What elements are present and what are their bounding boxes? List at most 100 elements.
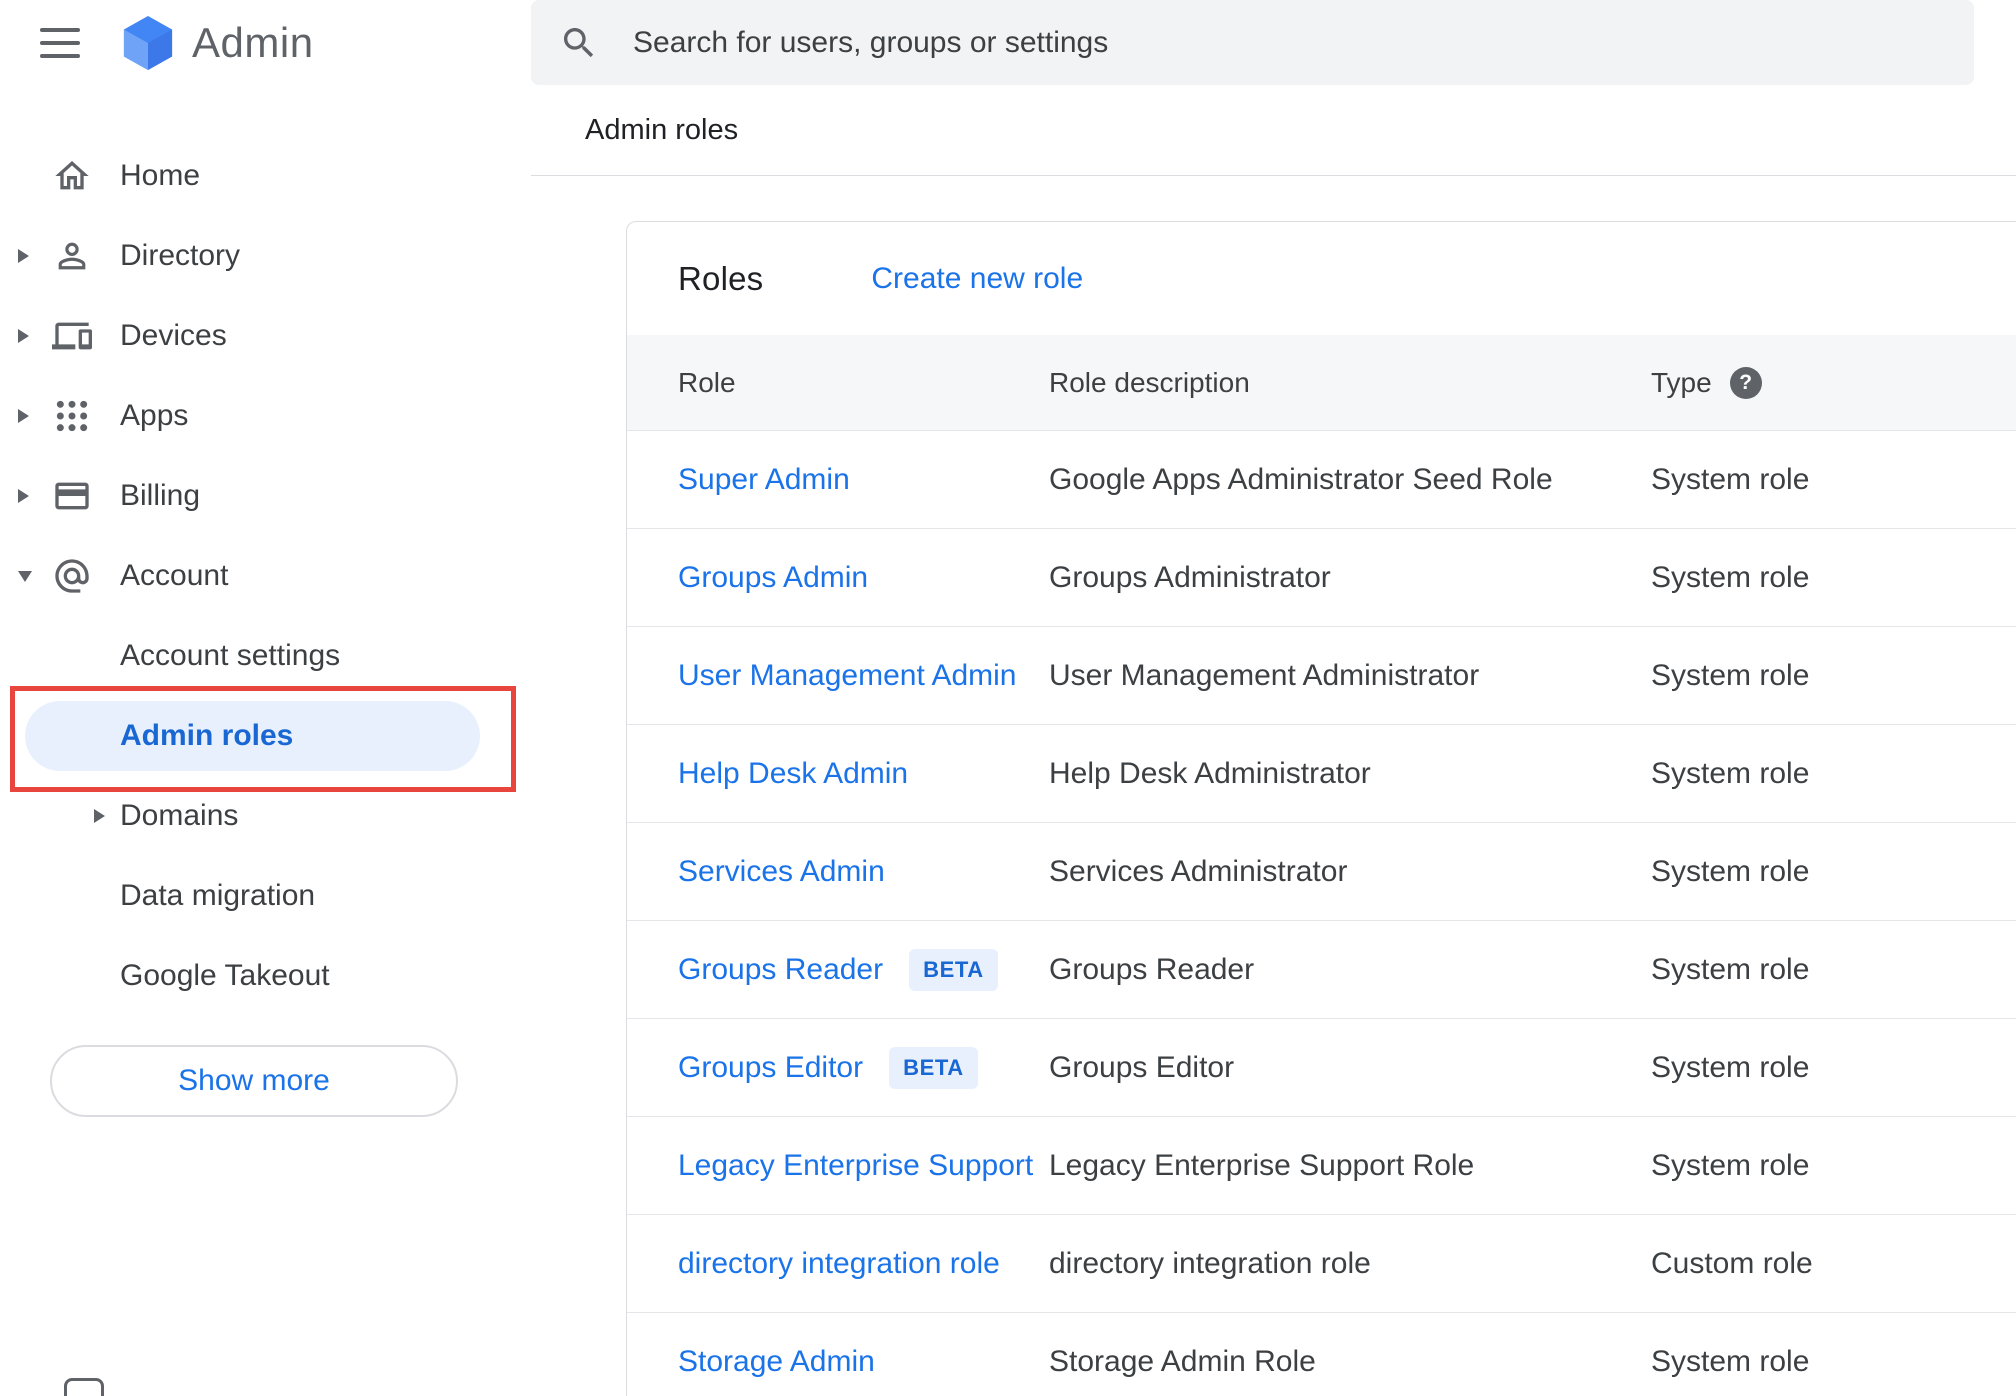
sidebar-item-label: Google Takeout [120, 959, 330, 992]
panel-title: Roles [678, 259, 764, 297]
table-row[interactable]: Groups Reader BETA Groups Reader System … [627, 921, 2016, 1019]
at-sign-icon [48, 556, 96, 596]
table-row[interactable]: Groups Editor BETA Groups Editor System … [627, 1019, 2016, 1117]
chevron-right-icon[interactable] [18, 249, 48, 263]
role-description: Groups Editor [1049, 1050, 1235, 1084]
sidebar-item-label: Admin roles [120, 719, 294, 752]
column-header-role: Role [678, 366, 736, 398]
search-input[interactable] [633, 25, 1974, 60]
role-description: directory integration role [1049, 1246, 1371, 1280]
sidebar-item-data-migration[interactable]: Data migration [0, 856, 531, 936]
table-row[interactable]: Services Admin Services Administrator Sy… [627, 823, 2016, 921]
sidebar-nav: Home Directory Devices Apps Billing Acco… [0, 136, 531, 1016]
sidebar-item-account[interactable]: Account [0, 536, 531, 616]
role-link[interactable]: User Management Admin [678, 659, 1017, 693]
sidebar-item-label: Account settings [120, 639, 341, 672]
role-type: Custom role [1651, 1246, 1813, 1280]
column-header-description: Role description [1049, 366, 1250, 398]
sidebar-item-label: Directory [120, 239, 241, 272]
sidebar-item-devices[interactable]: Devices [0, 296, 531, 376]
chevron-right-icon[interactable] [18, 489, 48, 503]
breadcrumb-bar: Admin roles [531, 85, 2016, 176]
roles-panel-header: Roles Create new role [627, 222, 2016, 335]
app-title: Admin [192, 18, 314, 66]
column-header-type-label: Type [1651, 366, 1712, 398]
billing-card-icon [48, 476, 96, 516]
table-row[interactable]: User Management Admin User Management Ad… [627, 627, 2016, 725]
create-new-role-link[interactable]: Create new role [871, 262, 1083, 296]
sidebar-item-billing[interactable]: Billing [0, 456, 531, 536]
role-link[interactable]: Services Admin [678, 855, 885, 889]
sidebar-item-account-settings[interactable]: Account settings [0, 616, 531, 696]
sidebar-item-label: Devices [120, 319, 227, 352]
role-description: Groups Administrator [1049, 560, 1331, 594]
show-more-button[interactable]: Show more [50, 1045, 458, 1117]
main-content: Admin roles Roles Create new role Role R… [531, 0, 2016, 1396]
table-row[interactable]: Groups Admin Groups Administrator System… [627, 529, 2016, 627]
apps-grid-icon [48, 396, 96, 436]
role-link[interactable]: Super Admin [678, 463, 850, 497]
beta-badge: BETA [889, 1046, 978, 1089]
role-type: System role [1651, 658, 1810, 692]
table-row[interactable]: directory integration role directory int… [627, 1215, 2016, 1313]
role-type: System role [1651, 952, 1810, 986]
column-header-type: Type ? [1651, 366, 2016, 399]
chevron-down-icon[interactable] [18, 571, 48, 582]
role-link[interactable]: Groups Editor [678, 1051, 863, 1085]
chevron-right-icon[interactable] [94, 809, 120, 823]
role-description: Google Apps Administrator Seed Role [1049, 462, 1553, 496]
sidebar-item-home[interactable]: Home [0, 136, 531, 216]
chevron-right-icon[interactable] [18, 329, 48, 343]
role-link[interactable]: directory integration role [678, 1247, 1000, 1281]
role-type: System role [1651, 756, 1810, 790]
home-icon [48, 156, 96, 196]
table-row[interactable]: Help Desk Admin Help Desk Administrator … [627, 725, 2016, 823]
sidebar-item-google-takeout[interactable]: Google Takeout [0, 936, 531, 1016]
role-description: Help Desk Administrator [1049, 756, 1371, 790]
role-type: System role [1651, 854, 1810, 888]
sidebar-item-label: Home [120, 159, 201, 192]
sidebar-header: Admin [0, 0, 531, 85]
role-description: Groups Reader [1049, 952, 1255, 986]
role-type: System role [1651, 462, 1810, 496]
role-type: System role [1651, 1148, 1810, 1182]
roles-panel: Roles Create new role Role Role descript… [626, 221, 2016, 1396]
role-link[interactable]: Storage Admin [678, 1345, 875, 1379]
search-bar[interactable] [531, 0, 1974, 85]
role-description: Storage Admin Role [1049, 1344, 1316, 1378]
role-type: System role [1651, 560, 1810, 594]
devices-icon [48, 316, 96, 356]
role-type: System role [1651, 1344, 1810, 1378]
beta-badge: BETA [909, 948, 998, 991]
role-link[interactable]: Groups Admin [678, 561, 868, 595]
sidebar-item-directory[interactable]: Directory [0, 216, 531, 296]
role-link[interactable]: Legacy Enterprise Support [678, 1149, 1033, 1183]
table-row[interactable]: Storage Admin Storage Admin Role System … [627, 1313, 2016, 1396]
role-type: System role [1651, 1050, 1810, 1084]
admin-console: Admin Home Directory Devices Apps Billin… [0, 0, 2016, 1396]
table-row[interactable]: Super Admin Google Apps Administrator Se… [627, 431, 2016, 529]
sidebar: Admin Home Directory Devices Apps Billin… [0, 0, 531, 1396]
chevron-right-icon[interactable] [18, 409, 48, 423]
role-description: Services Administrator [1049, 854, 1348, 888]
role-link[interactable]: Help Desk Admin [678, 757, 908, 791]
admin-logo-icon [122, 15, 174, 71]
search-icon [559, 23, 599, 63]
sidebar-item-label: Apps [120, 399, 189, 432]
breadcrumb: Admin roles [585, 113, 739, 146]
help-icon[interactable]: ? [1729, 366, 1762, 399]
sidebar-item-label: Data migration [120, 879, 316, 912]
sidebar-item-domains[interactable]: Domains [0, 776, 531, 856]
role-description: Legacy Enterprise Support Role [1049, 1148, 1475, 1182]
sidebar-item-apps[interactable]: Apps [0, 376, 531, 456]
menu-icon[interactable] [40, 24, 80, 62]
person-icon [48, 236, 96, 276]
sidebar-item-admin-roles[interactable]: Admin roles [0, 696, 531, 776]
role-link[interactable]: Groups Reader [678, 953, 883, 987]
partial-cutoff-icon [64, 1378, 104, 1396]
table-row[interactable]: Legacy Enterprise Support Legacy Enterpr… [627, 1117, 2016, 1215]
sidebar-item-label: Billing [120, 479, 201, 512]
sidebar-item-label: Domains [120, 799, 239, 832]
table-header-row: Role Role description Type ? [627, 335, 2016, 431]
sidebar-item-label: Account [120, 559, 229, 592]
